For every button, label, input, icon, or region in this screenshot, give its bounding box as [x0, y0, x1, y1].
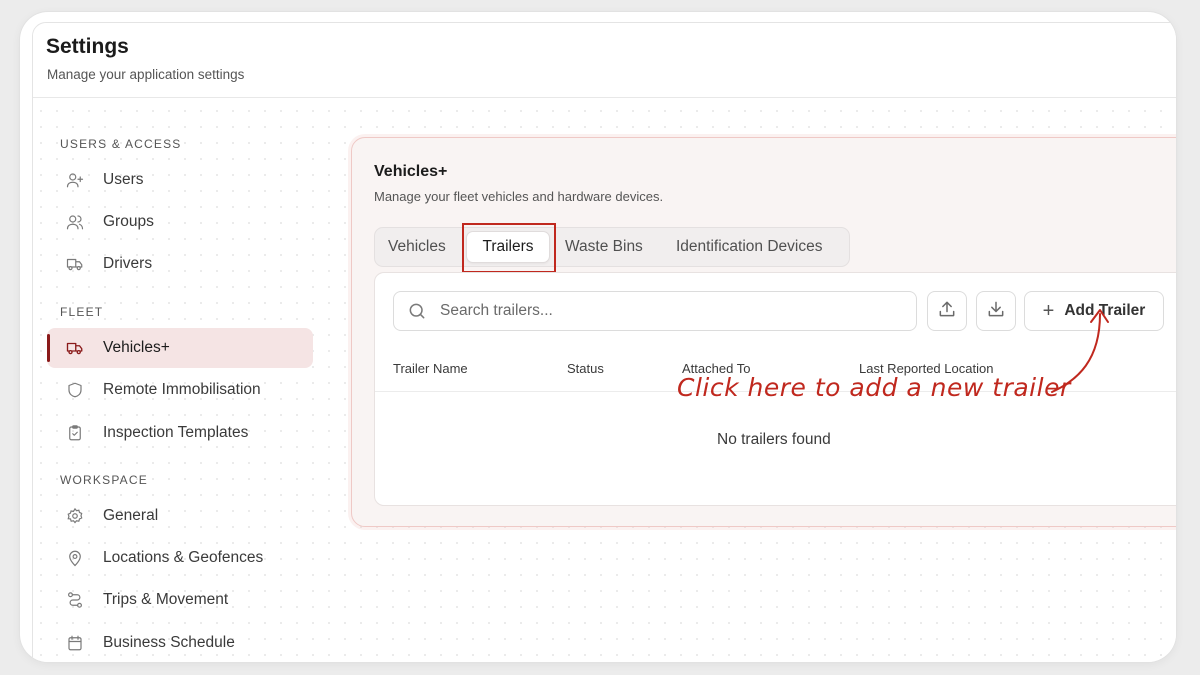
annotation-arrow-icon [1051, 309, 1109, 393]
tab-identification-devices[interactable]: Identification Devices [676, 228, 822, 266]
user-plus-icon [65, 170, 85, 190]
sidebar-item-remote-immobilisation[interactable]: Remote Immobilisation [47, 370, 313, 410]
sidebar-item-label: Business Schedule [103, 634, 235, 651]
section-title-users-access: USERS & ACCESS [60, 137, 182, 151]
sidebar-item-groups[interactable]: Groups [47, 202, 313, 242]
page-title: Settings [46, 35, 129, 58]
search-box[interactable] [393, 291, 917, 331]
tab-waste-bins[interactable]: Waste Bins [565, 228, 643, 266]
sidebar-item-locations-geofences[interactable]: Locations & Geofences [47, 538, 313, 578]
calendar-icon [65, 633, 85, 653]
annotation-callout: Click here to add a new trailer [677, 373, 1071, 402]
sidebar-item-label: Groups [103, 213, 154, 230]
panel-title: Vehicles+ [374, 163, 448, 180]
column-header-status: Status [567, 361, 604, 376]
section-title-workspace: WORKSPACE [60, 473, 148, 487]
panel-subtitle: Manage your fleet vehicles and hardware … [374, 189, 664, 204]
sidebar-item-general[interactable]: General [47, 496, 313, 536]
download-icon [986, 299, 1006, 324]
sidebar-item-label: Users [103, 171, 144, 188]
route-icon [65, 590, 85, 610]
shield-icon [65, 380, 85, 400]
sidebar-item-label: Drivers [103, 255, 153, 272]
tab-trailers[interactable]: Trailers [466, 231, 550, 263]
users-icon [65, 212, 85, 232]
sidebar-item-trips-movement[interactable]: Trips & Movement [47, 580, 313, 620]
search-input[interactable] [438, 301, 882, 321]
sidebar-item-drivers[interactable]: Drivers [47, 244, 313, 284]
sidebar-item-vehicles[interactable]: Vehicles+ [47, 328, 313, 368]
truck-icon [65, 254, 85, 274]
settings-window: Settings Manage your application setting… [32, 22, 1176, 662]
page-subtitle: Manage your application settings [47, 67, 245, 82]
sidebar-item-label: General [103, 507, 159, 524]
truck-icon [65, 338, 85, 358]
sidebar-item-users[interactable]: Users [47, 160, 313, 200]
column-header-trailer-name: Trailer Name [393, 361, 468, 376]
sidebar-item-business-schedule[interactable]: Business Schedule [47, 623, 313, 662]
upload-icon [937, 299, 957, 324]
clipboard-check-icon [65, 423, 85, 443]
screenshot-frame: Settings Manage your application setting… [20, 12, 1176, 662]
sidebar-item-label: Locations & Geofences [103, 549, 264, 566]
search-icon [406, 300, 428, 322]
tab-bar: Vehicles Trailers Waste Bins Identificat… [374, 223, 850, 273]
tab-vehicles[interactable]: Vehicles [388, 228, 446, 266]
sidebar-item-label: Vehicles+ [103, 339, 170, 356]
sidebar-item-label: Remote Immobilisation [103, 381, 261, 398]
page-header: Settings Manage your application setting… [33, 23, 1176, 98]
section-title-fleet: FLEET [60, 305, 104, 319]
sidebar-item-label: Inspection Templates [103, 424, 249, 441]
upload-button[interactable] [927, 291, 967, 331]
sidebar-item-label: Trips & Movement [103, 591, 229, 608]
gear-icon [65, 506, 85, 526]
map-pin-icon [65, 548, 85, 568]
empty-state-text: No trailers found [717, 431, 831, 448]
sidebar-item-inspection-templates[interactable]: Inspection Templates [47, 413, 313, 453]
download-button[interactable] [976, 291, 1016, 331]
